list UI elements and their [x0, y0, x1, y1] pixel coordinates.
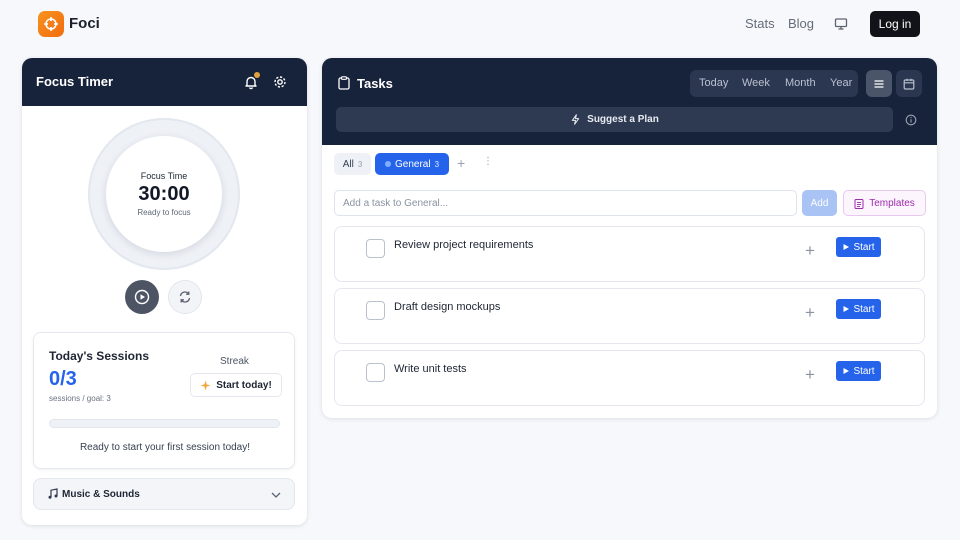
timer-status: Ready to focus: [137, 208, 191, 217]
focus-timer-panel: Focus Timer Focus Time 30:00 Ready to fo…: [22, 58, 307, 525]
templates-button[interactable]: Templates: [843, 190, 926, 216]
notification-dot: [254, 72, 260, 78]
add-list-icon[interactable]: +: [457, 155, 465, 171]
date-range-selector: Today Week Month Year: [690, 70, 858, 97]
play-icon: [134, 289, 150, 305]
gear-icon[interactable]: [272, 74, 288, 90]
lightning-icon: [571, 114, 580, 125]
tasks-panel: Tasks Today Week Month Year Suggest a Pl…: [322, 58, 937, 418]
task-checkbox[interactable]: [366, 301, 385, 320]
task-title[interactable]: Review project requirements: [394, 239, 533, 251]
play-button[interactable]: [125, 280, 159, 314]
sparkle-icon: [200, 379, 211, 391]
play-icon: [843, 244, 850, 250]
sessions-message: Ready to start your first session today!: [79, 442, 251, 453]
sessions-card: Today's Sessions 0/3 sessions / goal: 3 …: [33, 332, 295, 469]
suggest-plan-label: Suggest a Plan: [587, 114, 659, 125]
start-today-label: Start today!: [216, 379, 272, 391]
music-icon: [48, 488, 58, 499]
timer-label: Focus Time: [140, 171, 188, 181]
clipboard-list-icon: [854, 198, 864, 209]
music-sounds-label: Music & Sounds: [62, 489, 140, 500]
tasks-title: Tasks: [357, 76, 393, 91]
focus-timer-title: Focus Timer: [36, 74, 114, 89]
task-item: Draft design mockups + Start: [334, 288, 925, 344]
tab-general-label: General: [394, 158, 431, 170]
sessions-progress-bar: [49, 419, 280, 428]
task-item: Write unit tests + Start: [334, 350, 925, 406]
info-icon[interactable]: [905, 114, 917, 126]
more-options-icon[interactable]: ⋮: [483, 156, 493, 167]
monitor-icon[interactable]: [834, 17, 848, 31]
tasks-header: Tasks Today Week Month Year Suggest a Pl…: [322, 58, 937, 145]
start-label: Start: [853, 303, 875, 315]
list-view-button[interactable]: [866, 70, 892, 97]
top-navbar: Foci Stats Blog Log in: [0, 0, 960, 48]
crosshair-icon: [44, 17, 58, 31]
start-today-button[interactable]: Start today!: [190, 373, 282, 397]
play-icon: [843, 306, 850, 312]
range-year[interactable]: Year: [830, 77, 852, 89]
calendar-icon: [903, 78, 915, 90]
add-subtask-icon[interactable]: +: [805, 303, 815, 323]
chevron-down-icon: [271, 492, 281, 498]
task-item: Review project requirements + Start: [334, 226, 925, 282]
reset-button[interactable]: [168, 280, 202, 314]
tab-general[interactable]: General 3: [375, 153, 449, 175]
list-icon: [874, 79, 884, 88]
start-task-button[interactable]: Start: [836, 237, 881, 257]
nav-stats-link[interactable]: Stats: [745, 16, 775, 31]
tab-color-dot: [384, 161, 391, 167]
calendar-view-button[interactable]: [896, 70, 922, 97]
start-task-button[interactable]: Start: [836, 361, 881, 381]
play-icon: [843, 368, 850, 374]
sessions-title: Today's Sessions: [49, 349, 150, 363]
nav-blog-link[interactable]: Blog: [788, 16, 814, 31]
brand-name[interactable]: Foci: [69, 15, 100, 32]
logo[interactable]: [38, 11, 64, 37]
range-week[interactable]: Week: [742, 77, 770, 89]
task-title[interactable]: Write unit tests: [394, 363, 467, 375]
tab-all-count: 3: [357, 159, 363, 169]
tab-general-count: 3: [434, 159, 440, 169]
timer-display: 30:00: [138, 183, 190, 205]
sessions-goal: sessions / goal: 3: [49, 394, 111, 403]
range-today[interactable]: Today: [699, 77, 728, 89]
start-label: Start: [853, 365, 875, 377]
focus-timer-header: Focus Timer: [22, 58, 307, 106]
suggest-plan-button[interactable]: Suggest a Plan: [336, 107, 893, 132]
tab-all-label: All: [342, 158, 354, 170]
start-label: Start: [853, 241, 875, 253]
task-title[interactable]: Draft design mockups: [394, 301, 500, 313]
task-checkbox[interactable]: [366, 363, 385, 382]
login-button[interactable]: Log in: [870, 11, 920, 37]
new-task-input[interactable]: [334, 190, 797, 216]
range-month[interactable]: Month: [785, 77, 816, 89]
streak-label: Streak: [220, 356, 249, 367]
start-task-button[interactable]: Start: [836, 299, 881, 319]
add-task-button[interactable]: Add: [802, 190, 837, 216]
add-subtask-icon[interactable]: +: [805, 241, 815, 261]
tab-all[interactable]: All 3: [334, 153, 371, 175]
refresh-icon: [179, 291, 191, 303]
add-subtask-icon[interactable]: +: [805, 365, 815, 385]
sessions-count: 0/3: [49, 368, 77, 390]
music-sounds-toggle[interactable]: Music & Sounds: [33, 478, 295, 510]
templates-label: Templates: [869, 197, 915, 209]
task-checkbox[interactable]: [366, 239, 385, 258]
clipboard-icon: [338, 76, 350, 90]
